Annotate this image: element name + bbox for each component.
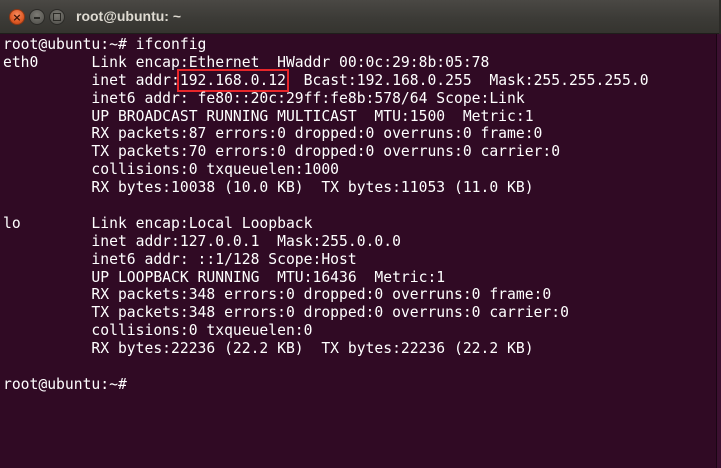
terminal-line-text: UP BROADCAST RUNNING MULTICAST MTU:1500 … xyxy=(3,107,534,125)
terminal-scrollbar[interactable] xyxy=(716,34,721,468)
terminal-line-text: RX bytes:22236 (22.2 KB) TX bytes:22236 … xyxy=(3,340,534,358)
terminal-line: inet addr:127.0.0.1 Mask:255.0.0.0 xyxy=(3,233,717,251)
terminal-line-text: lo Link encap:Local Loopback xyxy=(3,214,313,232)
terminal-line-text: root@ubuntu:~# xyxy=(3,375,136,393)
maximize-icon xyxy=(53,13,61,21)
terminal-line-text: inet addr: xyxy=(3,71,180,89)
terminal-line: RX bytes:22236 (22.2 KB) TX bytes:22236 … xyxy=(3,340,717,358)
terminal-line: RX bytes:10038 (10.0 KB) TX bytes:11053 … xyxy=(3,179,717,197)
terminal-line-text: collisions:0 txqueuelen:1000 xyxy=(3,161,340,179)
terminal-line: TX packets:70 errors:0 dropped:0 overrun… xyxy=(3,143,717,161)
terminal-line: RX packets:348 errors:0 dropped:0 overru… xyxy=(3,286,717,304)
terminal-line: UP LOOPBACK RUNNING MTU:16436 Metric:1 xyxy=(3,269,717,287)
maximize-button[interactable] xyxy=(49,9,65,25)
highlighted-ip-address: 192.168.0.12 xyxy=(176,68,289,92)
window-title: root@ubuntu: ~ xyxy=(76,8,182,24)
terminal-line: lo Link encap:Local Loopback xyxy=(3,215,717,233)
terminal-line-text: Bcast:192.168.0.255 Mask:255.255.255.0 xyxy=(285,71,649,89)
title-bar[interactable]: × root@ubuntu: ~ xyxy=(0,0,721,34)
terminal-line-text: TX packets:70 errors:0 dropped:0 overrun… xyxy=(3,143,561,161)
terminal-line: eth0 Link encap:Ethernet HWaddr 00:0c:29… xyxy=(3,54,717,72)
terminal-line: inet6 addr: ::1/128 Scope:Host xyxy=(3,251,717,269)
terminal-line: collisions:0 txqueuelen:0 xyxy=(3,322,717,340)
close-button[interactable]: × xyxy=(9,9,25,25)
terminal-line: inet6 addr: fe80::20c:29ff:fe8b:578/64 S… xyxy=(3,90,717,108)
terminal-line-text: root@ubuntu:~# ifconfig xyxy=(3,36,207,53)
terminal-line-text: RX packets:87 errors:0 dropped:0 overrun… xyxy=(3,125,543,143)
terminal-line: inet addr:192.168.0.12 Bcast:192.168.0.2… xyxy=(3,68,717,92)
terminal-line-text: eth0 Link encap:Ethernet HWaddr 00:0c:29… xyxy=(3,53,490,71)
terminal-line: UP BROADCAST RUNNING MULTICAST MTU:1500 … xyxy=(3,108,717,126)
terminal-line-text: inet6 addr: fe80::20c:29ff:fe8b:578/64 S… xyxy=(3,89,525,107)
terminal-line-text: RX bytes:10038 (10.0 KB) TX bytes:11053 … xyxy=(3,179,534,197)
terminal-line: RX packets:87 errors:0 dropped:0 overrun… xyxy=(3,125,717,143)
minimize-icon xyxy=(34,17,40,19)
terminal-line: root@ubuntu:~# ifconfig xyxy=(3,36,717,54)
terminal-line-text: UP LOOPBACK RUNNING MTU:16436 Metric:1 xyxy=(3,268,446,286)
terminal-line-text: RX packets:348 errors:0 dropped:0 overru… xyxy=(3,286,552,304)
terminal-output[interactable]: root@ubuntu:~# ifconfig eth0 Link encap:E… xyxy=(0,34,717,468)
minimize-button[interactable] xyxy=(29,9,45,25)
terminal-cursor xyxy=(136,376,145,391)
terminal-line-text: inet addr:127.0.0.1 Mask:255.0.0.0 xyxy=(3,232,401,250)
terminal-line: TX packets:348 errors:0 dropped:0 overru… xyxy=(3,304,717,322)
terminal-line: root@ubuntu:~# xyxy=(3,376,717,394)
close-icon: × xyxy=(12,11,22,24)
terminal-line: collisions:0 txqueuelen:1000 xyxy=(3,161,717,179)
terminal-line-text: collisions:0 txqueuelen:0 xyxy=(3,322,313,340)
terminal-line-text: inet6 addr: ::1/128 Scope:Host xyxy=(3,250,357,268)
terminal-line-text: TX packets:348 errors:0 dropped:0 overru… xyxy=(3,304,569,322)
terminal-window: × root@ubuntu: ~ root@ubuntu:~# ifconfig… xyxy=(0,0,721,468)
